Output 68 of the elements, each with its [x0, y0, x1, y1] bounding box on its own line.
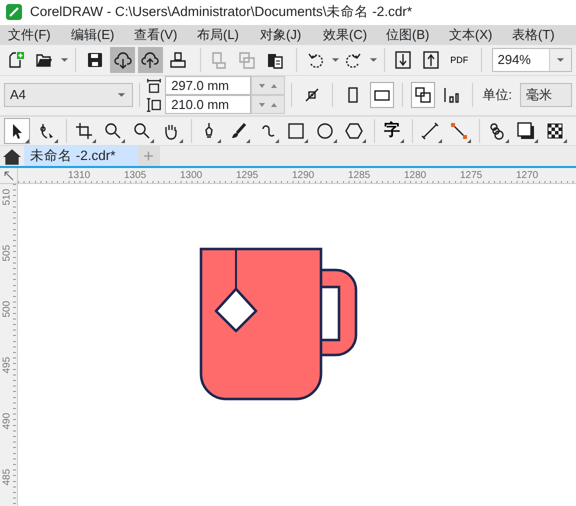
paste-icon[interactable]	[266, 51, 284, 70]
ruler-number: 1310	[68, 169, 92, 183]
units-dropdown[interactable]: 毫米	[520, 83, 572, 108]
printer-icon[interactable]	[169, 51, 188, 70]
ruler-number: 1285	[348, 169, 372, 183]
menu-item[interactable]: 编辑(E)	[71, 25, 134, 45]
menu-item[interactable]: 文本(X)	[449, 25, 512, 45]
cloud-upload-icon[interactable]	[141, 51, 160, 70]
spinner-arrows[interactable]	[251, 76, 286, 96]
height-icon	[146, 96, 162, 113]
caret-icon[interactable]	[556, 57, 565, 64]
export-icon[interactable]	[422, 51, 440, 70]
ruler-number: 1290	[292, 169, 316, 183]
menu-item[interactable]: 文件(F)	[8, 25, 71, 45]
ruler-number: 1275	[460, 169, 484, 183]
page-size-dropdown[interactable]: A4	[4, 83, 134, 108]
blend-circles-icon[interactable]	[488, 122, 506, 140]
zoom-combo[interactable]: 294%	[492, 48, 572, 72]
ruler-number: 1300	[180, 169, 204, 183]
undo-icon[interactable]	[306, 51, 325, 70]
ruler-number: 485	[0, 471, 14, 485]
menu-item[interactable]: 对象(J)	[260, 25, 323, 45]
caret-icon[interactable]	[116, 92, 126, 98]
width-icon	[146, 78, 162, 94]
overlapping-pages-icon[interactable]	[414, 86, 432, 104]
document-tab[interactable]: 未命名 -2.cdr*	[24, 146, 138, 166]
import-icon[interactable]	[394, 51, 412, 70]
zoom-icon[interactable]	[133, 122, 151, 140]
brush-icon[interactable]	[229, 122, 247, 140]
rectangle-icon[interactable]	[287, 122, 305, 140]
home-icon[interactable]	[2, 147, 22, 167]
crop-icon[interactable]	[75, 122, 93, 140]
checkerboard-icon[interactable]	[546, 122, 564, 140]
ruler-number: 495	[0, 359, 14, 373]
bar-chart-icon[interactable]	[442, 86, 460, 104]
hexagon-icon[interactable]	[345, 122, 363, 140]
units-label: 单位:	[482, 86, 512, 104]
new-document-icon[interactable]	[7, 51, 26, 70]
page-height-field[interactable]: 210.0 mm	[165, 95, 252, 114]
ruler-number: 490	[0, 415, 14, 429]
diagonal-line-icon[interactable]	[421, 122, 439, 140]
spinner-arrows[interactable]	[251, 95, 286, 114]
zoom-icon[interactable]	[104, 122, 122, 140]
ruler-number: 510	[0, 191, 14, 205]
ruler-origin-icon[interactable]	[4, 170, 14, 180]
ruler-number: 505	[0, 247, 14, 261]
page-width-field[interactable]: 297.0 mm	[165, 76, 252, 96]
app-logo-icon	[6, 4, 22, 20]
menu-item[interactable]: 查看(V)	[134, 25, 197, 45]
caret-icon[interactable]	[331, 57, 340, 64]
cloud-download-icon[interactable]	[114, 51, 132, 70]
ruler-number: 1295	[236, 169, 260, 183]
menu-item[interactable]: 效果(C)	[323, 25, 386, 45]
ellipse-icon[interactable]	[316, 122, 334, 140]
menu-item[interactable]: 位图(B)	[386, 25, 449, 45]
caret-icon[interactable]	[368, 57, 378, 64]
menu-item[interactable]: 表格(T)	[512, 25, 575, 45]
ruler-number: 500	[0, 303, 14, 317]
ruler-number: 1270	[516, 169, 540, 183]
ruler-number: 1280	[404, 169, 428, 183]
connector-icon[interactable]	[450, 122, 468, 140]
redo-icon[interactable]	[344, 51, 362, 70]
ruler-number: 1305	[124, 169, 148, 183]
window-title: CorelDRAW - C:\Users\Administrator\Documents\未命名 -2.cdr*	[30, 3, 412, 22]
menu-item[interactable]: 布局(L)	[197, 25, 260, 45]
caret-icon[interactable]	[60, 57, 69, 64]
pdf-export-button[interactable]: PDF	[446, 47, 472, 74]
drop-shadow-icon[interactable]	[517, 122, 535, 140]
